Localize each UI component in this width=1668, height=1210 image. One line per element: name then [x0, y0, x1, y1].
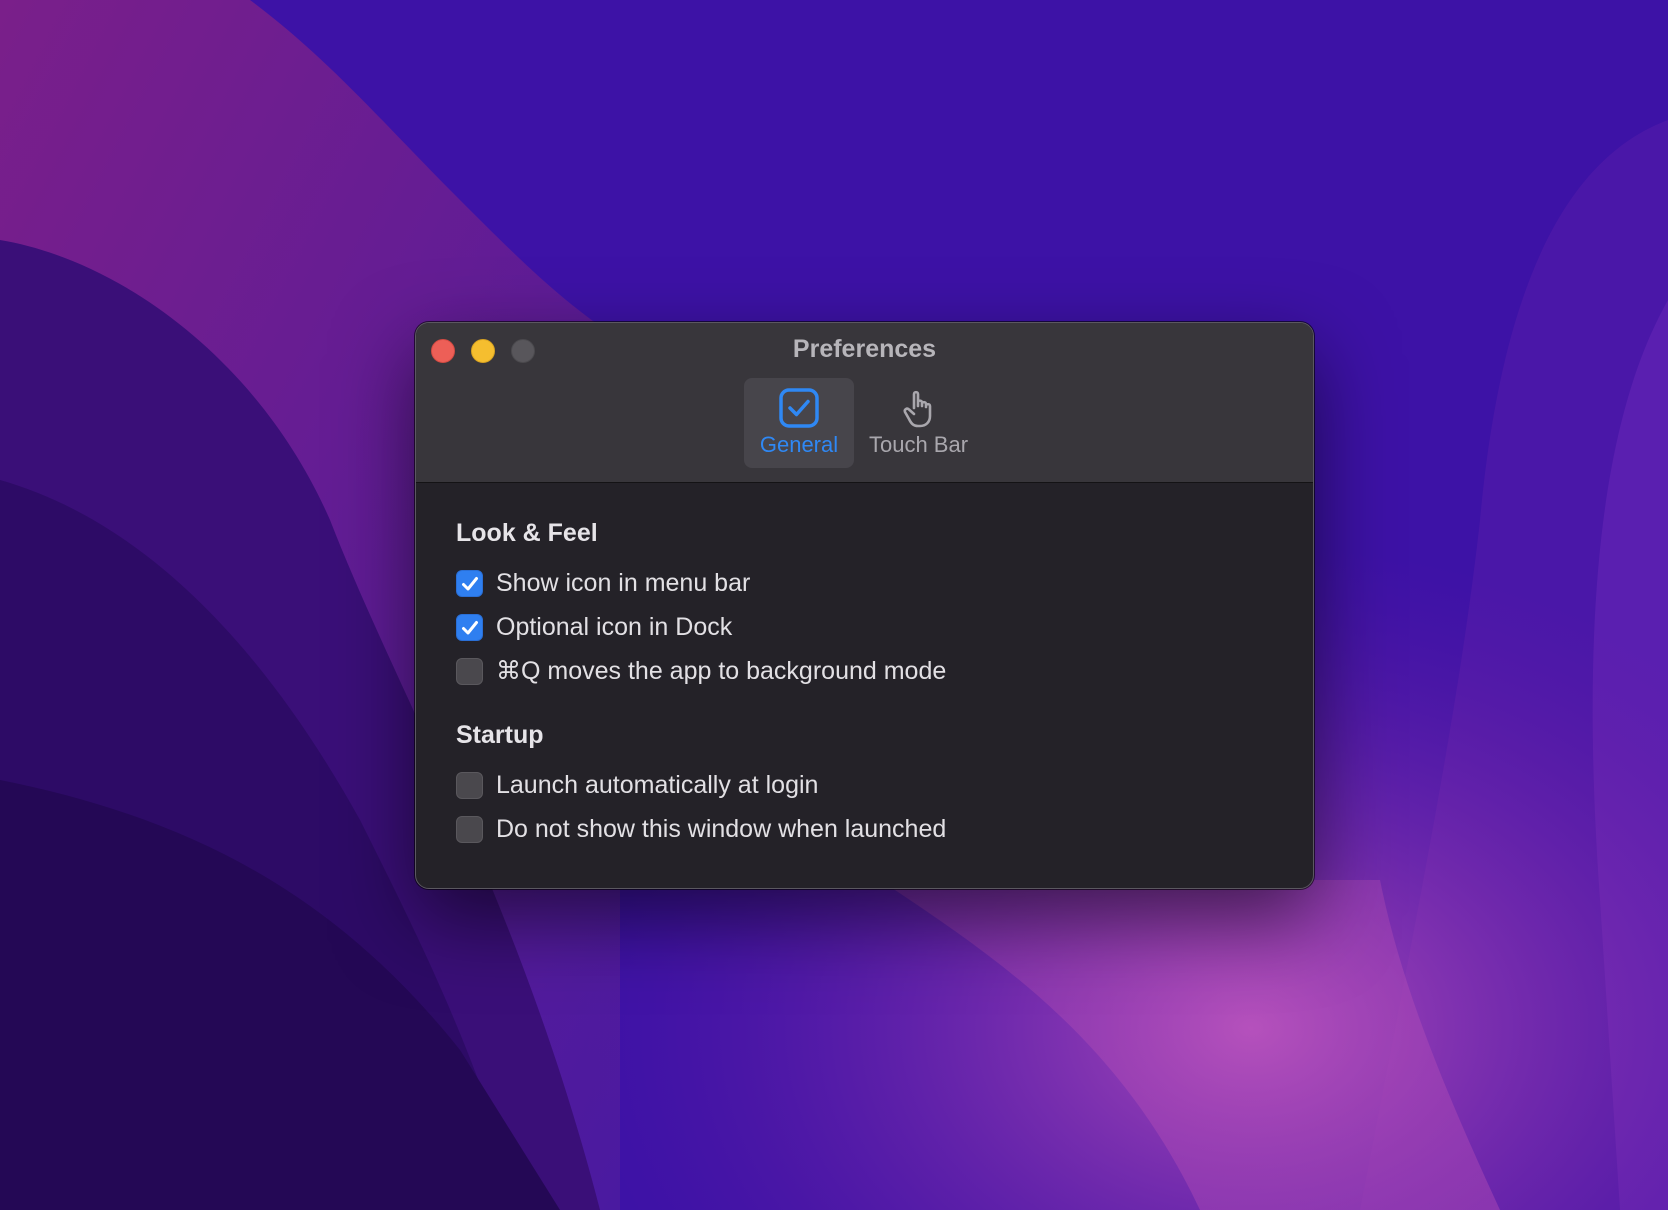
section-title-look-and-feel: Look & Feel [456, 519, 598, 547]
tab-touch-bar[interactable]: Touch Bar [861, 378, 976, 468]
option-show-icon-in-menu-bar[interactable]: Show icon in menu bar [456, 568, 1256, 598]
option-launch-at-login[interactable]: Launch automatically at login [456, 770, 1256, 800]
tab-general-label: General [759, 432, 839, 457]
option-optional-icon-in-dock[interactable]: Optional icon in Dock [456, 612, 1256, 642]
hand-pointer-icon [903, 390, 931, 428]
do-not-show-window-label: Do not show this window when launched [496, 815, 947, 843]
cmd-q-background-mode-checkbox[interactable] [456, 658, 483, 685]
option-cmd-q-background-mode[interactable]: ⌘Q moves the app to background mode [456, 656, 1256, 686]
preferences-window: Preferences General Touch Bar Look & Fee… [415, 322, 1314, 889]
tab-touch-bar-label: Touch Bar [868, 432, 969, 457]
option-do-not-show-window[interactable]: Do not show this window when launched [456, 814, 1256, 844]
show-icon-in-menu-bar-label: Show icon in menu bar [496, 569, 751, 597]
window-title: Preferences [792, 335, 937, 363]
launch-at-login-checkbox[interactable] [456, 772, 483, 799]
show-icon-in-menu-bar-checkbox[interactable] [456, 570, 483, 597]
preferences-content: Look & Feel Show icon in menu bar Option… [416, 483, 1313, 888]
optional-icon-in-dock-label: Optional icon in Dock [496, 613, 733, 641]
checkmark-icon [462, 577, 478, 591]
section-title-startup: Startup [456, 721, 544, 749]
checkmark-square-icon [779, 388, 819, 428]
checkmark-icon [462, 621, 478, 635]
optional-icon-in-dock-checkbox[interactable] [456, 614, 483, 641]
do-not-show-window-checkbox[interactable] [456, 816, 483, 843]
tab-general[interactable]: General [744, 378, 854, 468]
preferences-toolbar: General Touch Bar [416, 378, 1313, 470]
window-titlebar[interactable]: Preferences General Touch Bar [416, 323, 1313, 483]
cmd-q-background-mode-label: ⌘Q moves the app to background mode [496, 657, 947, 685]
launch-at-login-label: Launch automatically at login [496, 771, 819, 799]
